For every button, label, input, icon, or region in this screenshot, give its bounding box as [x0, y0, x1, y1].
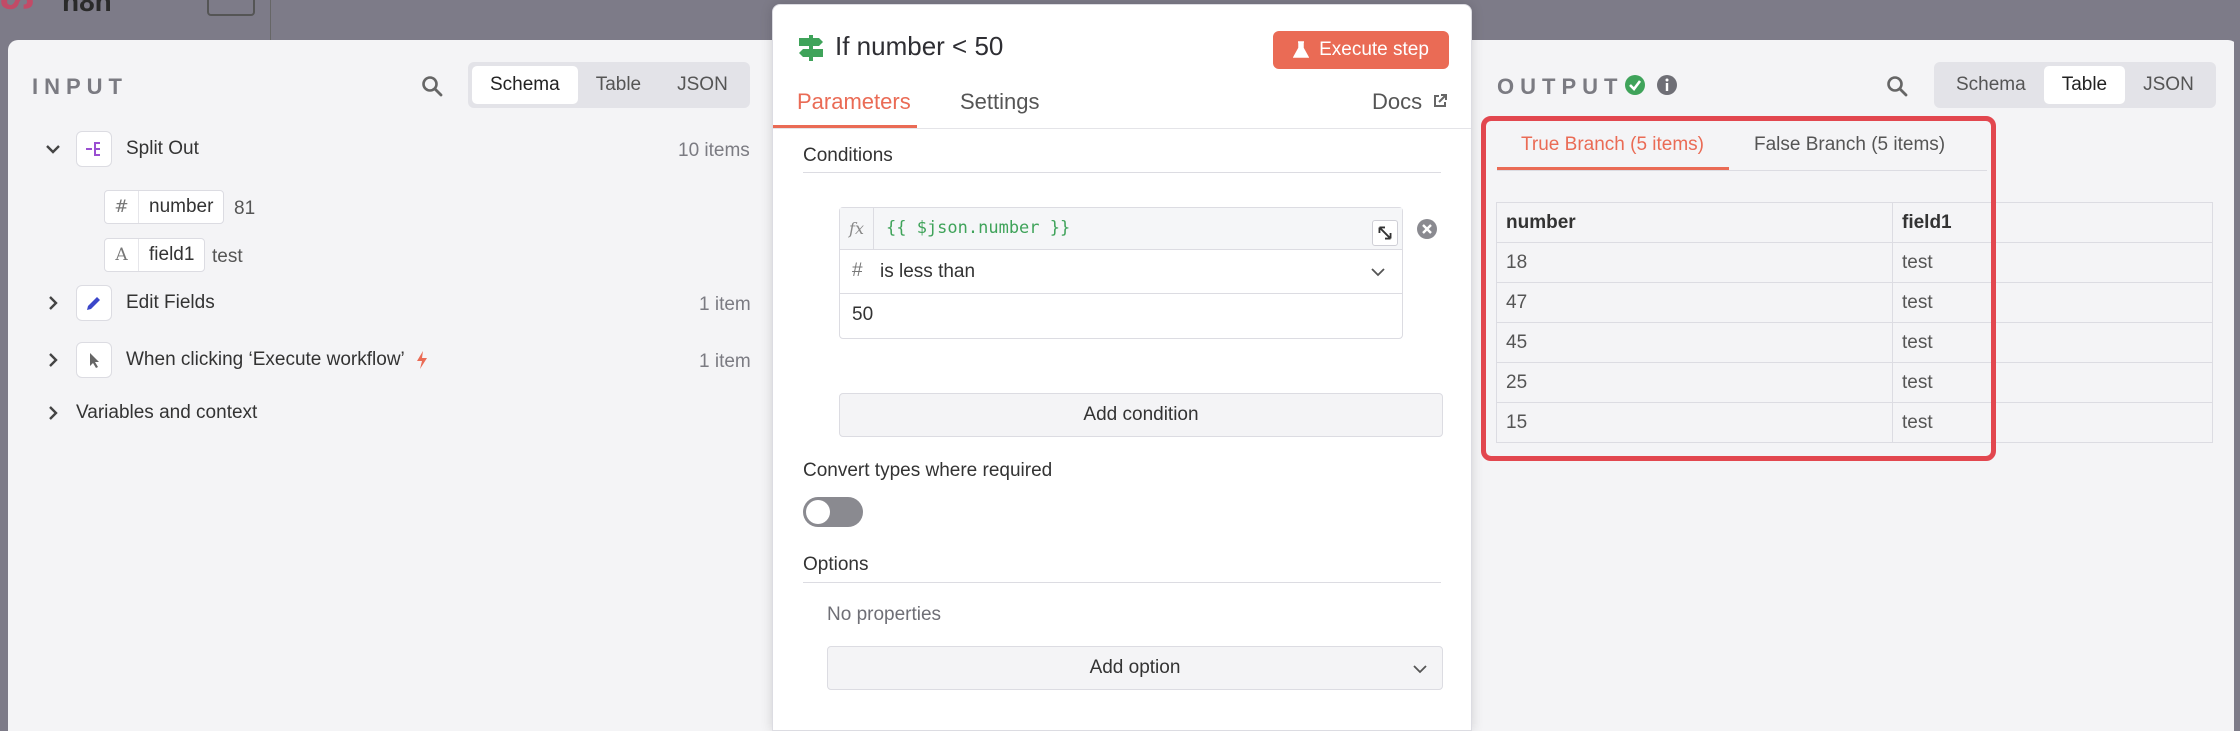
- input-view-schema[interactable]: Schema: [472, 66, 578, 104]
- tab-settings[interactable]: Settings: [960, 89, 1040, 115]
- divider: [773, 128, 1471, 129]
- input-view-toggle: Schema Table JSON: [468, 62, 750, 108]
- convert-types-label: Convert types where required: [803, 460, 1053, 481]
- item-count: 1 item: [699, 294, 751, 315]
- input-view-json[interactable]: JSON: [659, 66, 746, 104]
- divider: [270, 0, 271, 40]
- docs-link[interactable]: Docs: [1372, 89, 1448, 115]
- field-value: test: [212, 246, 243, 267]
- schema-field-field1[interactable]: A field1: [104, 238, 206, 272]
- node-name: Edit Fields: [126, 292, 215, 313]
- options-label: Options: [803, 554, 869, 575]
- logo-icon: ᔕ: [0, 0, 34, 17]
- docs-label: Docs: [1372, 89, 1423, 114]
- condition-editor: fx {{ $json.number }} # is less than 50: [839, 207, 1403, 339]
- execute-step-label: Execute step: [1319, 39, 1429, 60]
- top-bar-button[interactable]: [207, 0, 255, 16]
- field-name: number: [149, 196, 214, 217]
- chevron-right-icon[interactable]: [44, 351, 62, 369]
- output-view-schema[interactable]: Schema: [1938, 66, 2044, 104]
- info-icon[interactable]: [1656, 74, 1678, 96]
- chevron-down-icon[interactable]: [44, 140, 62, 158]
- add-condition-button[interactable]: Add condition: [839, 393, 1443, 437]
- operator-value: is less than: [880, 261, 976, 282]
- lightning-icon: [416, 351, 427, 369]
- search-icon[interactable]: [420, 74, 444, 98]
- search-icon[interactable]: [1885, 74, 1909, 98]
- canvas-edge: [2234, 40, 2240, 731]
- divider: [803, 172, 1441, 173]
- output-view-toggle: Schema Table JSON: [1934, 62, 2216, 108]
- condition-value-input[interactable]: 50: [852, 304, 873, 326]
- schema-field-number[interactable]: # number: [104, 190, 225, 224]
- node-name: When clicking ‘Execute workflow’: [126, 349, 405, 370]
- tree-node-split-out[interactable]: Split Out: [44, 131, 199, 167]
- external-link-icon: [1434, 94, 1448, 107]
- string-type-icon: A: [105, 239, 139, 271]
- add-condition-label: Add condition: [1083, 404, 1199, 425]
- operator-select[interactable]: # is less than: [840, 250, 1402, 294]
- fx-icon: fx: [840, 208, 874, 250]
- execute-step-button[interactable]: Execute step: [1273, 31, 1449, 69]
- divider: [803, 582, 1441, 583]
- number-type-icon: #: [852, 260, 863, 281]
- output-title: OUTPUT: [1497, 74, 1624, 99]
- signpost-icon: [799, 35, 823, 61]
- flask-icon: [1293, 41, 1310, 58]
- highlight-box: [1481, 116, 1996, 461]
- output-view-json[interactable]: JSON: [2125, 66, 2212, 104]
- item-count: 1 item: [699, 351, 751, 372]
- add-option-button[interactable]: Add option: [827, 646, 1443, 690]
- expression-text: {{ $json.number }}: [886, 218, 1071, 238]
- conditions-label: Conditions: [803, 145, 893, 166]
- tab-parameters[interactable]: Parameters: [797, 89, 911, 115]
- expand-icon[interactable]: [1372, 220, 1398, 246]
- variables-and-context[interactable]: Variables and context: [44, 402, 257, 424]
- add-option-label: Add option: [1089, 657, 1181, 678]
- condition-expression-field[interactable]: fx {{ $json.number }}: [840, 208, 1402, 250]
- remove-condition-icon[interactable]: [1416, 218, 1438, 240]
- tree-node-edit-fields[interactable]: Edit Fields: [44, 285, 215, 321]
- field-value: 81: [234, 198, 256, 219]
- no-properties-text: No properties: [827, 604, 942, 625]
- chevron-down-icon: [1413, 665, 1427, 674]
- item-count: 10 items: [678, 140, 750, 161]
- input-view-table[interactable]: Table: [578, 66, 659, 104]
- pencil-icon: [76, 285, 112, 321]
- success-check-icon: [1625, 75, 1645, 95]
- split-out-icon: [76, 131, 112, 167]
- output-view-table[interactable]: Table: [2043, 66, 2126, 104]
- field-name: field1: [149, 244, 195, 265]
- tree-node-manual-trigger[interactable]: When clicking ‘Execute workflow’: [44, 342, 429, 378]
- chevron-right-icon[interactable]: [44, 294, 62, 312]
- number-type-icon: #: [105, 191, 139, 223]
- convert-types-toggle[interactable]: [803, 497, 863, 527]
- logo-text: n8n: [62, 0, 112, 17]
- cursor-icon: [76, 342, 112, 378]
- variables-label: Variables and context: [76, 402, 258, 423]
- node-name: Split Out: [126, 138, 199, 159]
- chevron-right-icon[interactable]: [44, 404, 62, 422]
- input-title: INPUT: [32, 74, 128, 99]
- node-settings-modal: If number < 50 Execute step Parameters S…: [772, 4, 1472, 731]
- modal-title: If number < 50: [835, 31, 1004, 61]
- chevron-down-icon: [1371, 268, 1385, 277]
